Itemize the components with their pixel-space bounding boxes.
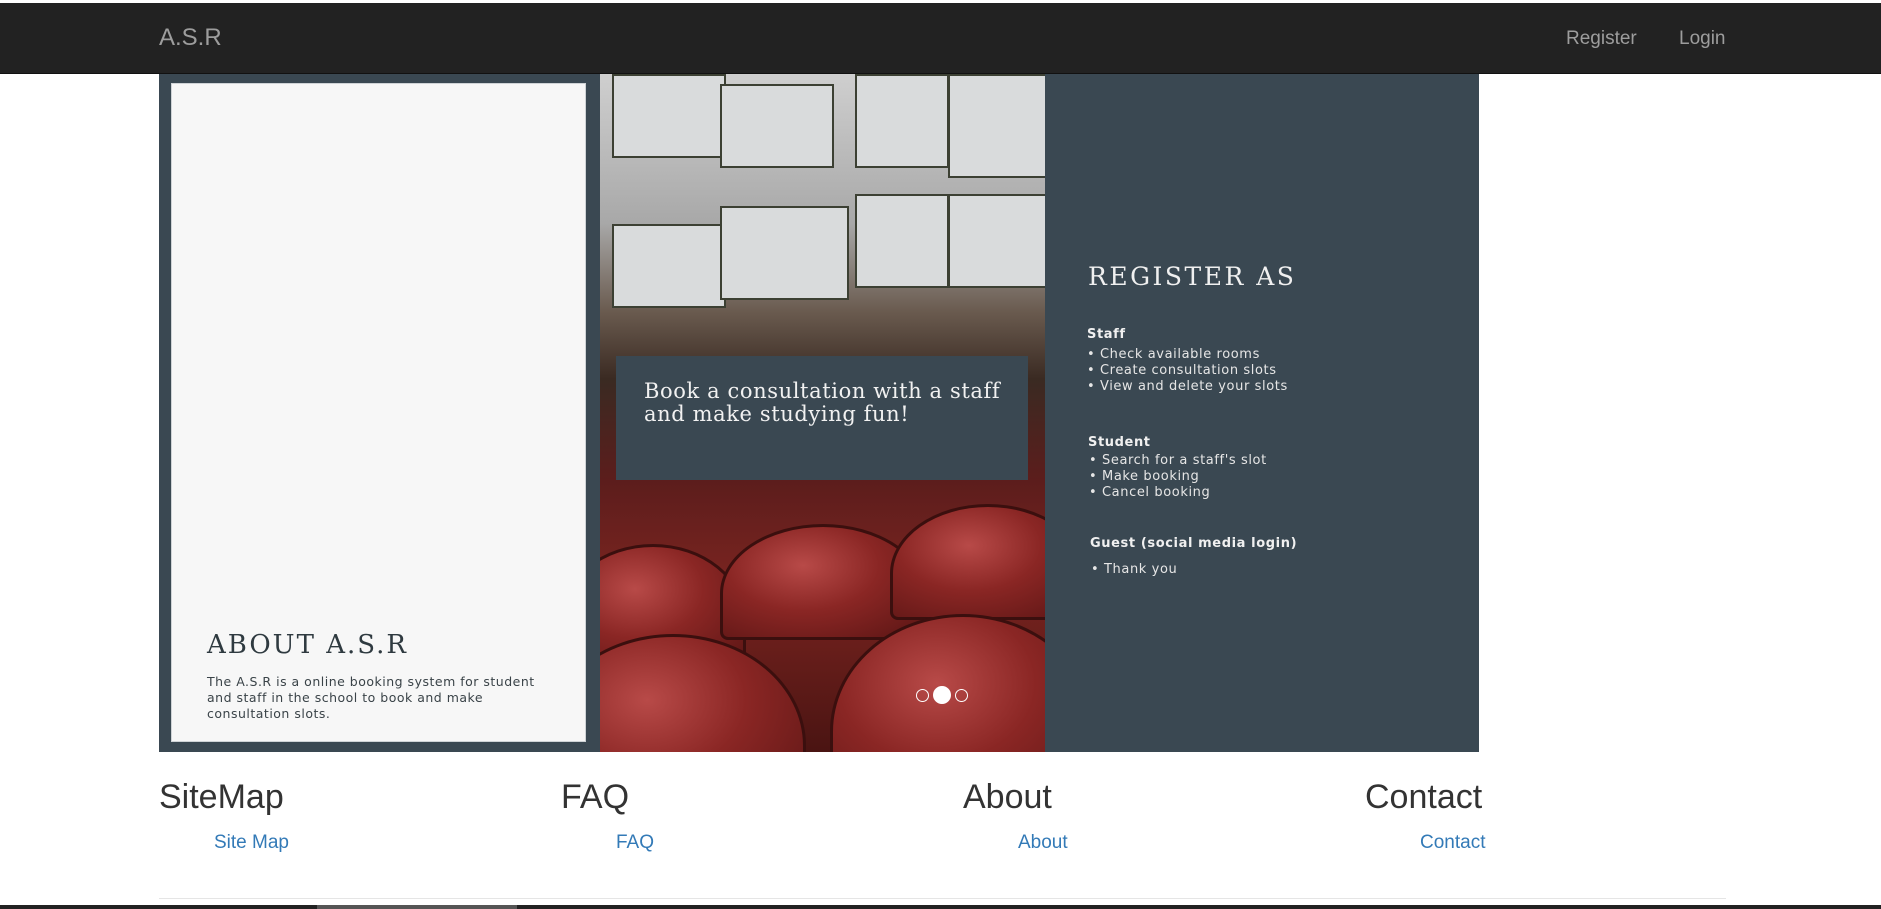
- register-panel: REGISTER AS Staff • Check available room…: [1045, 74, 1479, 752]
- footer-col-sitemap: SiteMap Site Map: [159, 778, 289, 853]
- footer-col-faq: FAQ FAQ: [561, 778, 654, 853]
- navbar: A.S.R Register Login: [0, 3, 1881, 74]
- window-pane: [855, 194, 949, 288]
- list-item: • Cancel booking: [1089, 485, 1211, 500]
- window-pane: [855, 74, 949, 168]
- scrollbar-thumb[interactable]: [317, 905, 517, 909]
- footer-link-faq[interactable]: FAQ: [616, 832, 654, 854]
- hero-carousel[interactable]: ABOUT A.S.R The A.S.R is a online bookin…: [159, 74, 1479, 752]
- nav-login-link[interactable]: Login: [1679, 28, 1726, 50]
- staff-title: Staff: [1087, 327, 1126, 342]
- guest-title: Guest (social media login): [1090, 536, 1298, 551]
- nav-register-link[interactable]: Register: [1566, 28, 1637, 50]
- about-title: ABOUT A.S.R: [207, 630, 408, 660]
- list-item: • Thank you: [1091, 562, 1178, 577]
- footer-col-about: About About: [963, 778, 1068, 853]
- window-pane: [720, 84, 834, 168]
- footer-link-sitemap[interactable]: Site Map: [214, 832, 289, 854]
- about-panel: ABOUT A.S.R The A.S.R is a online bookin…: [159, 74, 600, 752]
- footer-divider: [159, 898, 1726, 899]
- lecture-hall-image: Book a consultation with a staff and mak…: [600, 74, 1045, 752]
- footer-heading-about: About: [963, 778, 1052, 816]
- footer-heading-faq: FAQ: [561, 778, 630, 816]
- register-title: REGISTER AS: [1088, 262, 1297, 291]
- staff-list: • Check available rooms • Create consult…: [1087, 347, 1288, 395]
- guest-list: • Thank you: [1091, 562, 1177, 578]
- about-card: ABOUT A.S.R The A.S.R is a online bookin…: [171, 83, 586, 742]
- footer-col-contact: Contact Contact: [1365, 778, 1485, 853]
- list-item: • View and delete your slots: [1087, 379, 1288, 394]
- footer-heading-contact: Contact: [1365, 778, 1483, 816]
- student-list: • Search for a staff's slot • Make booki…: [1089, 453, 1267, 501]
- footer-link-contact[interactable]: Contact: [1420, 832, 1485, 854]
- window-pane: [720, 206, 849, 300]
- list-item: • Check available rooms: [1087, 347, 1260, 362]
- carousel-indicator-3[interactable]: [955, 688, 968, 702]
- window-pane: [612, 224, 726, 308]
- window-pane: [948, 194, 1045, 288]
- carousel-indicators: [914, 686, 970, 704]
- window-pane: [948, 74, 1045, 178]
- about-text: The A.S.R is a online booking system for…: [207, 674, 535, 721]
- bottom-bar: [0, 905, 1881, 909]
- brand-link[interactable]: A.S.R: [159, 24, 222, 52]
- tagline-box: Book a consultation with a staff and mak…: [616, 356, 1028, 480]
- student-title: Student: [1088, 435, 1151, 450]
- footer-heading-sitemap: SiteMap: [159, 778, 284, 816]
- list-item: • Make booking: [1089, 469, 1200, 484]
- tagline-text: Book a consultation with a staff and mak…: [644, 379, 1001, 426]
- carousel-indicator-1[interactable]: [916, 688, 929, 702]
- list-item: • Create consultation slots: [1087, 363, 1277, 378]
- list-item: • Search for a staff's slot: [1089, 453, 1267, 468]
- window-pane: [612, 74, 726, 158]
- carousel-indicator-2[interactable]: [933, 686, 951, 704]
- chair-shape: [890, 504, 1045, 620]
- footer-link-about[interactable]: About: [1018, 832, 1068, 854]
- chair-shape: [600, 634, 806, 752]
